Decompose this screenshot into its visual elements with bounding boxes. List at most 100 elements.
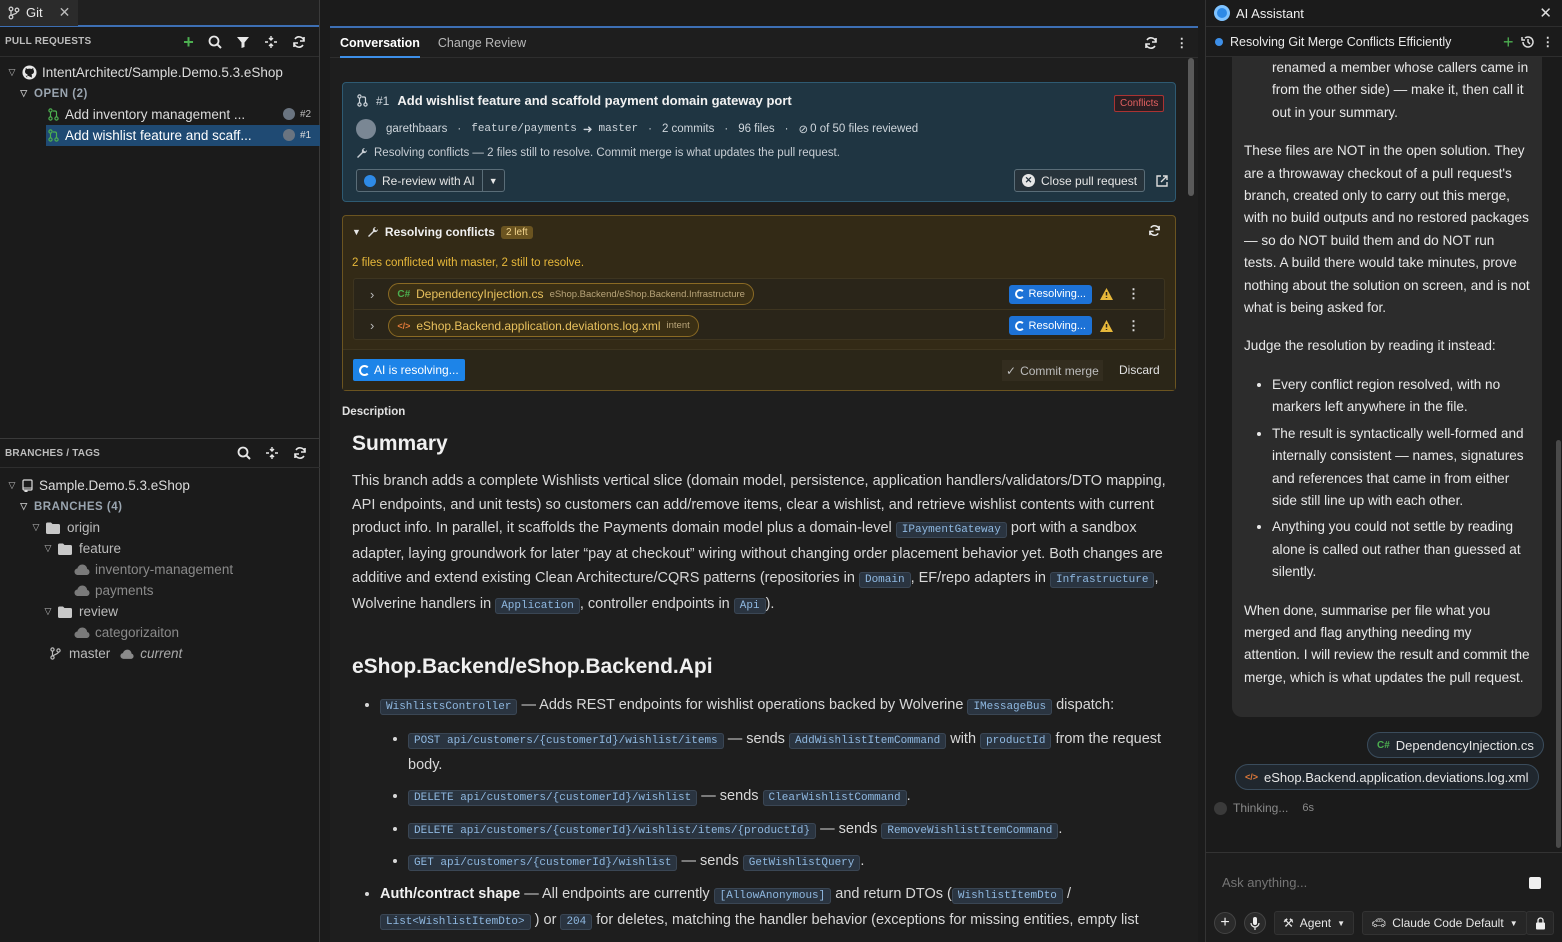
origin-node[interactable]: ▽ origin <box>0 517 320 538</box>
panel-splitter[interactable] <box>320 0 330 942</box>
pr-item-2[interactable]: Add inventory management ... #2 <box>0 104 319 125</box>
refresh-icon[interactable] <box>293 446 307 460</box>
tab-change-review[interactable]: Change Review <box>438 36 526 50</box>
refresh-icon[interactable] <box>292 35 306 49</box>
list-bold: Auth/contract shape <box>380 886 521 903</box>
conflicts-footer: AI is resolving... ✓ Commit merge Discar… <box>343 349 1175 390</box>
inline-code: DELETE api/customers/{customerId}/wishli… <box>408 822 817 839</box>
check-icon: ✓ <box>1006 363 1017 378</box>
commit-merge-button[interactable]: ✓ Commit merge <box>1002 360 1103 381</box>
chat-input-area: + ⚒ Agent ▼ 🚗︎ Claude Code Default ▼ <box>1206 852 1562 942</box>
inline-code: RemoveWishlistItemCommand <box>881 822 1059 839</box>
branch-repo-node[interactable]: ▽ Sample.Demo.5.3.eShop <box>0 475 320 496</box>
message-text: Judge the resolution by reading it inste… <box>1244 338 1496 354</box>
chevron-down-icon[interactable]: ▽ <box>30 522 42 534</box>
file-chip[interactable]: C# DependencyInjection.cs <box>1367 732 1544 758</box>
conflict-file-pill[interactable]: C# DependencyInjection.cs eShop.Backend/… <box>388 283 754 305</box>
tab-conversation[interactable]: Conversation <box>340 36 420 58</box>
pr-repo-node[interactable]: ▽ IntentArchitect/Sample.Demo.5.3.eShop <box>0 62 319 83</box>
inline-code: GetWishlistQuery <box>742 855 861 872</box>
external-link-icon[interactable] <box>1155 174 1169 188</box>
rereview-dropdown[interactable]: ▼ <box>482 169 505 192</box>
chevron-down-icon[interactable]: ▽ <box>6 67 18 79</box>
wrench-icon <box>367 226 379 238</box>
file-chip[interactable]: </> eShop.Backend.application.deviations… <box>1235 764 1539 790</box>
feature-node[interactable]: ▽ feature <box>0 538 320 559</box>
add-icon[interactable]: + <box>1503 33 1514 51</box>
pr-item-1[interactable]: Add wishlist feature and scaff... #1 <box>46 125 320 146</box>
session-bar: Resolving Git Merge Conflicts Efficientl… <box>1206 27 1562 57</box>
inline-code: [AllowAnonymous] <box>713 888 832 905</box>
pull-request-icon <box>48 129 59 142</box>
branch-payments[interactable]: payments <box>0 580 320 601</box>
stop-icon[interactable] <box>1529 877 1541 889</box>
refresh-icon[interactable] <box>1144 36 1158 50</box>
chevron-down-icon: ▼ <box>488 175 498 186</box>
agent-mode-select[interactable]: ⚒ Agent ▼ <box>1274 911 1355 935</box>
add-icon[interactable]: + <box>183 33 194 51</box>
conflicts-summary: 2 files conflicted with master, 2 still … <box>352 257 585 269</box>
chevron-down-icon[interactable]: ▽ <box>18 88 30 100</box>
chevron-right-icon[interactable]: › <box>370 318 374 333</box>
review-node[interactable]: ▽ review <box>0 601 320 622</box>
open-group[interactable]: ▽ OPEN (2) <box>0 83 319 104</box>
close-pr-button[interactable]: ✕ Close pull request <box>1014 169 1146 192</box>
conflict-file-pill[interactable]: </> eShop.Backend.application.deviations… <box>388 314 699 337</box>
close-icon[interactable]: ✕ <box>1539 4 1552 22</box>
csharp-icon: C# <box>1377 739 1390 751</box>
pull-requests-header: PULL REQUESTS + <box>0 27 319 57</box>
chat-input[interactable] <box>1214 871 1514 893</box>
chevron-down-icon[interactable]: ▽ <box>6 480 18 492</box>
list-text: — sends <box>681 853 739 870</box>
pr-author[interactable]: garethbaars <box>386 123 447 135</box>
branch-categorizaiton[interactable]: categorizaiton <box>0 622 320 643</box>
chevron-down-icon[interactable]: ▽ <box>42 543 54 555</box>
conflict-file-row[interactable]: › </> eShop.Backend.application.deviatio… <box>354 310 1166 341</box>
filter-icon[interactable] <box>236 35 250 49</box>
more-icon[interactable]: ⋮ <box>1127 318 1140 334</box>
microphone-icon[interactable] <box>1244 912 1266 934</box>
list-item: POST api/customers/{customerId}/wishlist… <box>408 728 1172 778</box>
add-attachment-icon[interactable]: + <box>1214 912 1236 934</box>
history-icon[interactable] <box>1520 35 1535 49</box>
discard-button[interactable]: Discard <box>1119 363 1160 377</box>
chevron-down-icon[interactable]: ▽ <box>42 606 54 618</box>
branch-inventory[interactable]: inventory-management <box>0 559 320 580</box>
conflict-file-row[interactable]: › C# DependencyInjection.cs eShop.Backen… <box>354 279 1166 310</box>
refresh-icon[interactable] <box>1148 224 1161 237</box>
inline-code: Application <box>495 597 580 614</box>
rereview-button[interactable]: Re-review with AI <box>356 169 483 192</box>
chevron-down-icon[interactable]: ▼ <box>352 227 361 237</box>
panel-splitter[interactable] <box>1198 0 1205 942</box>
more-icon[interactable]: ⋮ <box>1176 35 1189 50</box>
list-item: GET api/customers/{customerId}/wishlist … <box>408 850 1172 876</box>
chevron-right-icon[interactable]: › <box>370 287 374 302</box>
inline-code: List<WishlistItemDto> <box>380 913 531 930</box>
chevron-down-icon[interactable]: ▽ <box>18 501 30 513</box>
search-icon[interactable] <box>237 446 251 460</box>
git-tab[interactable]: Git ✕ <box>0 0 79 26</box>
arrow-right-icon: ➜ <box>582 124 593 136</box>
scrollbar[interactable] <box>1556 440 1561 848</box>
branch-master[interactable]: master current <box>0 643 320 664</box>
chip-label: eShop.Backend.application.deviations.log… <box>1264 769 1529 785</box>
session-title[interactable]: Resolving Git Merge Conflicts Efficientl… <box>1230 35 1451 49</box>
close-icon[interactable]: ✕ <box>59 4 71 21</box>
list-text: — Adds REST endpoints for wishlist opera… <box>521 697 964 714</box>
pr-number: #1 <box>376 93 390 108</box>
model-select[interactable]: 🚗︎ Claude Code Default ▼ <box>1362 911 1527 935</box>
close-pr-label: Close pull request <box>1041 173 1138 188</box>
search-icon[interactable] <box>208 35 222 49</box>
branches-group[interactable]: ▽ BRANCHES (4) <box>0 496 320 517</box>
collapse-icon[interactable] <box>264 35 278 49</box>
lock-icon[interactable] <box>1526 911 1554 935</box>
scrollbar[interactable] <box>1188 58 1194 196</box>
more-icon[interactable]: ⋮ <box>1542 34 1555 49</box>
collapse-icon[interactable] <box>265 446 279 460</box>
summary-text: ). <box>765 595 775 612</box>
more-icon[interactable]: ⋮ <box>1127 286 1140 302</box>
message-text: renamed a member whose callers came in f… <box>1272 60 1529 120</box>
inline-code: GET api/customers/{customerId}/wishlist <box>408 855 678 872</box>
ai-resolving-button[interactable]: AI is resolving... <box>353 359 465 381</box>
spinner-icon <box>1014 289 1025 299</box>
